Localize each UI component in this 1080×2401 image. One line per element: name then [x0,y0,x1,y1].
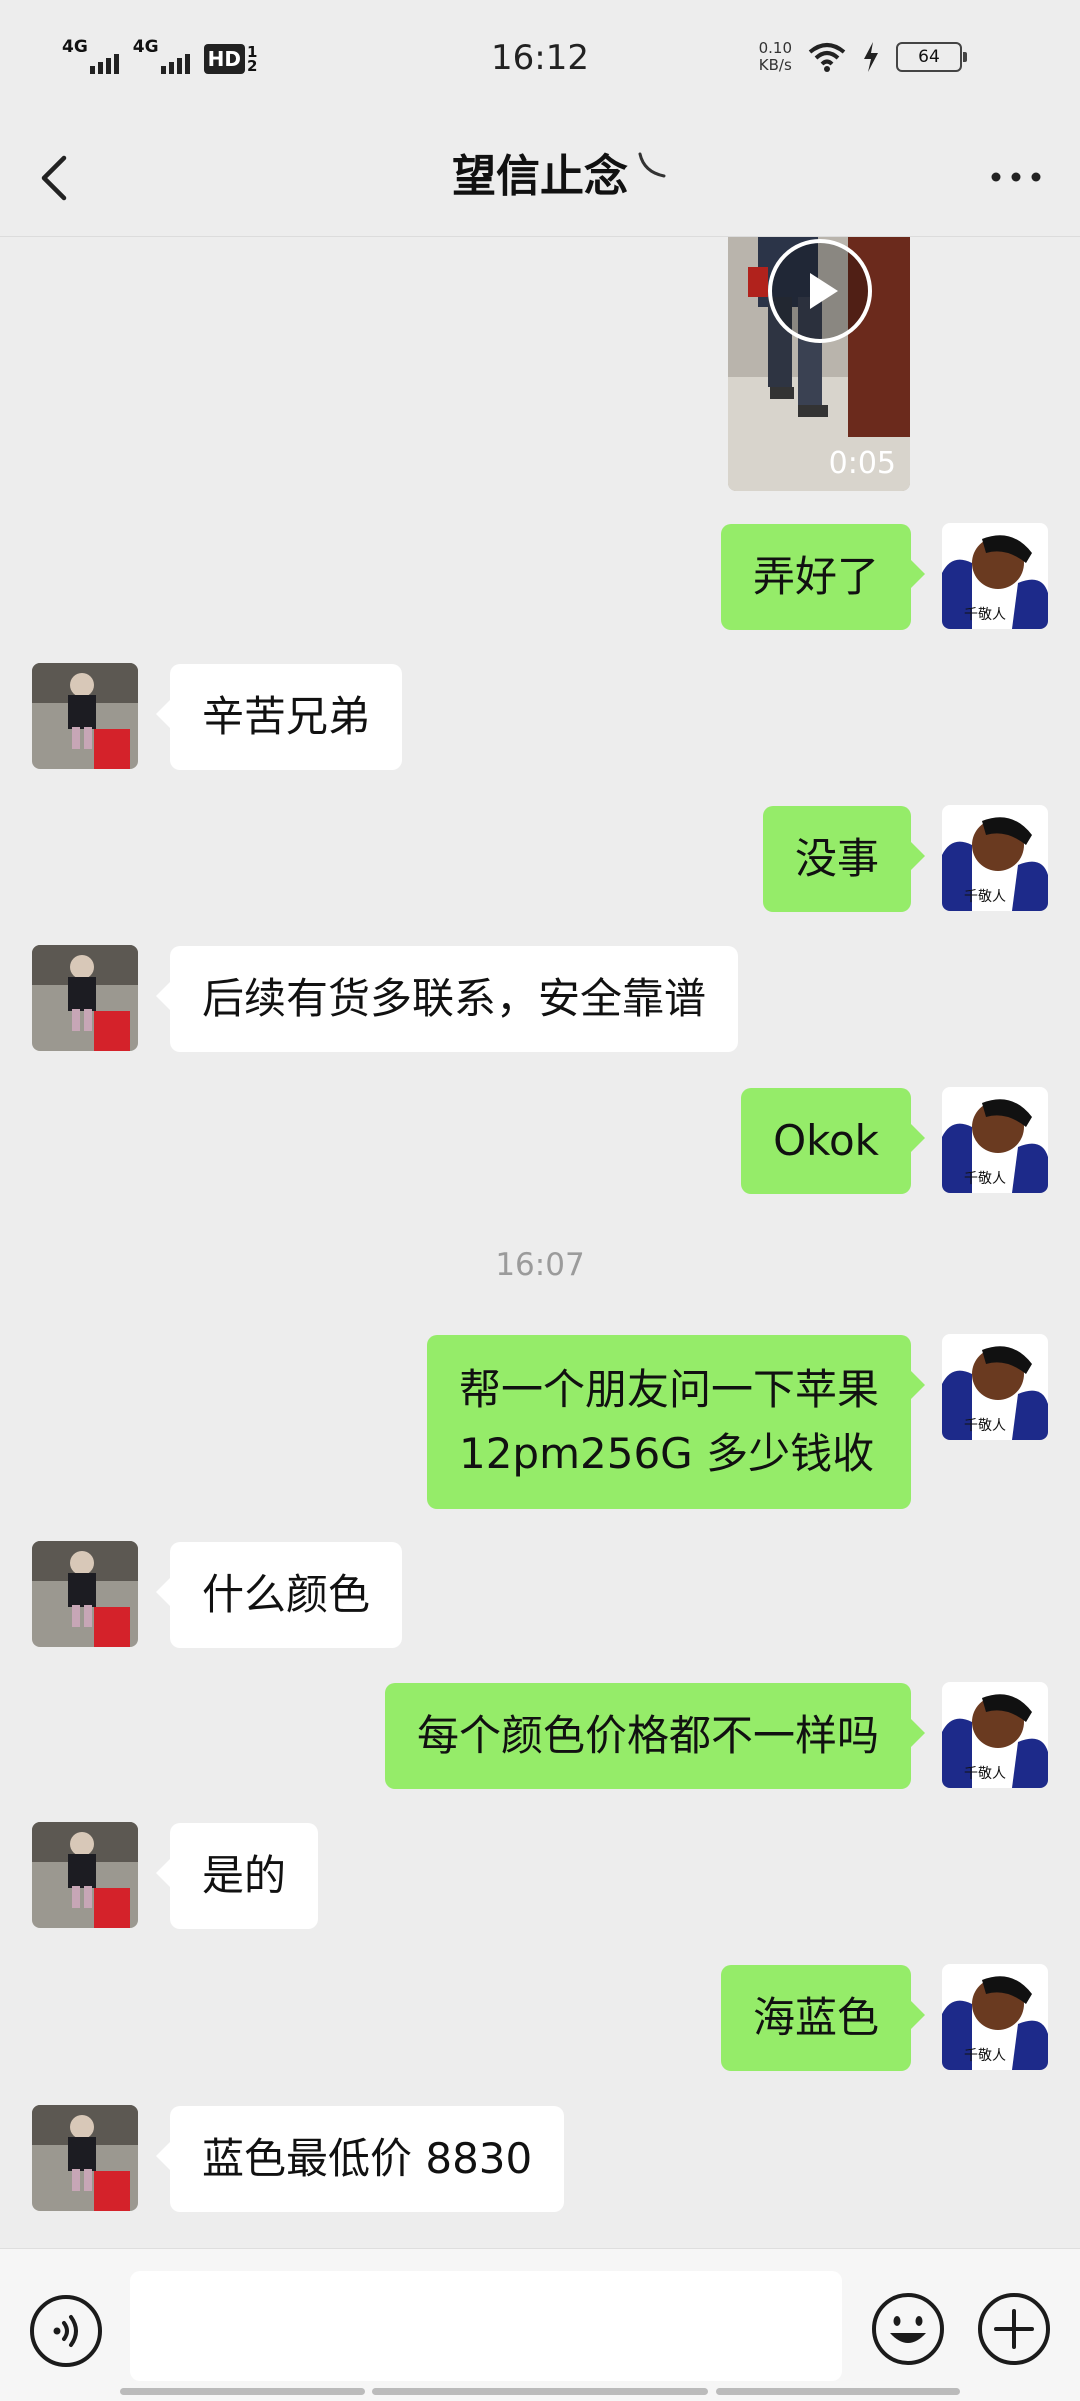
video-message[interactable]: 0:05 [728,237,910,491]
message-bubble[interactable]: 海蓝色 [720,1965,926,2071]
avatar-image [32,2105,138,2211]
my-avatar[interactable]: 千敬人 [942,1334,1048,1440]
message-bubble[interactable]: 弄好了 [720,524,926,630]
chat-header: 望信止念 [0,120,1080,237]
emoji-icon[interactable] [870,2291,946,2367]
message-bubble[interactable]: 帮一个朋友问一下苹果 12pm256G 多少钱收 [426,1335,926,1509]
message-bubble[interactable]: 每个颜色价格都不一样吗 [384,1683,926,1789]
avatar-image: 千敬人 [942,1087,1048,1193]
voice-icon[interactable] [28,2293,104,2369]
svg-text:千敬人: 千敬人 [964,1418,1006,1434]
my-avatar[interactable]: 千敬人 [942,805,1048,911]
message-timestamp: 16:07 [495,1247,585,1283]
contact-avatar[interactable] [32,945,138,1051]
contact-avatar[interactable] [32,1541,138,1647]
avatar-image [32,663,138,769]
avatar-image [32,1541,138,1647]
more-dots-icon[interactable] [986,152,1046,202]
plus-icon[interactable] [976,2291,1052,2367]
network-speed-unit: KB/s [758,56,792,74]
message-bubble[interactable]: 辛苦兄弟 [155,664,403,770]
message-bubble[interactable]: 后续有货多联系，安全靠谱 [155,946,739,1052]
status-bar: 4G 4G HD 1 2 16:12 0.10 KB/s 64 [0,0,1080,120]
input-bar [0,2248,1080,2401]
loading-spinner-icon [638,152,666,178]
message-bubble[interactable]: 是的 [155,1823,319,1929]
svg-text:千敬人: 千敬人 [964,2048,1006,2064]
message-input[interactable] [130,2271,842,2381]
my-avatar[interactable]: 千敬人 [942,1964,1048,2070]
my-avatar[interactable]: 千敬人 [942,1682,1048,1788]
gesture-bar-segment [120,2388,365,2395]
avatar-image: 千敬人 [942,1334,1048,1440]
wifi-icon [808,43,846,72]
gesture-bar-segment [716,2388,960,2395]
video-duration: 0:05 [828,446,896,481]
message-list[interactable]: 0:05 千敬人 弄好了 辛苦兄弟 千敬人 没事 后续有货多联系，安全靠谱 千敬… [0,237,1080,2247]
avatar-image: 千敬人 [942,523,1048,629]
network-speed-value: 0.10 [758,39,792,57]
contact-avatar[interactable] [32,1822,138,1928]
avatar-image [32,945,138,1051]
svg-text:千敬人: 千敬人 [964,1766,1006,1782]
battery-indicator: 64 [896,42,967,72]
svg-text:千敬人: 千敬人 [964,1171,1006,1187]
play-icon[interactable] [764,237,876,347]
message-bubble[interactable]: 没事 [762,806,926,912]
my-avatar[interactable]: 千敬人 [942,523,1048,629]
svg-text:千敬人: 千敬人 [964,607,1006,623]
status-right: 0.10 KB/s 64 [759,40,967,74]
contact-avatar[interactable] [32,2105,138,2211]
charging-icon [864,42,878,72]
gesture-bar-segment [372,2388,708,2395]
svg-text:千敬人: 千敬人 [964,889,1006,905]
avatar-image [32,1822,138,1928]
message-bubble[interactable]: Okok [741,1088,925,1194]
message-bubble[interactable]: 蓝色最低价 8830 [155,2106,565,2212]
chat-title: 望信止念 [452,151,628,202]
my-avatar[interactable]: 千敬人 [942,1087,1048,1193]
network-speed: 0.10 KB/s [759,40,792,74]
contact-avatar[interactable] [32,663,138,769]
avatar-image: 千敬人 [942,805,1048,911]
avatar-image: 千敬人 [942,1682,1048,1788]
avatar-image: 千敬人 [942,1964,1048,2070]
message-bubble[interactable]: 什么颜色 [155,1542,403,1648]
